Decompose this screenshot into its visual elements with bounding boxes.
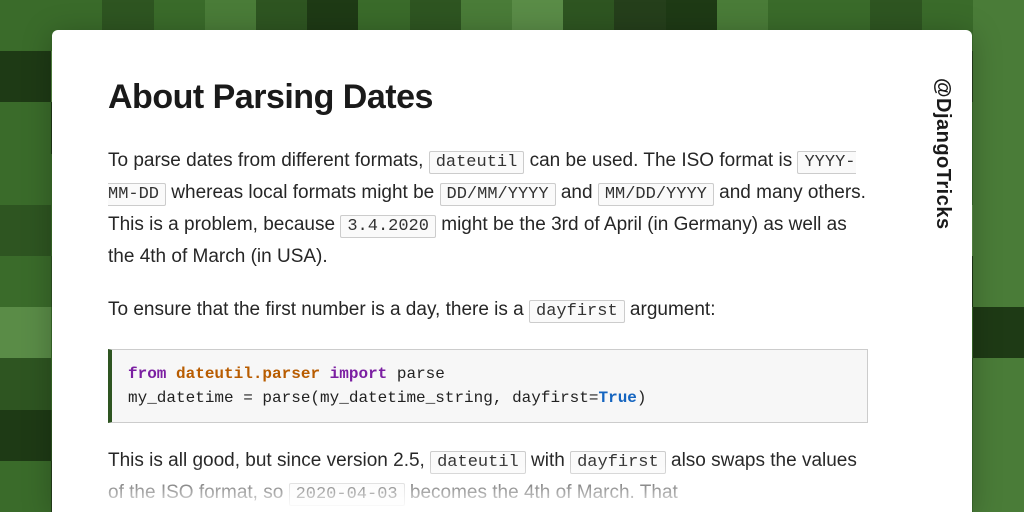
text: parse <box>387 365 445 383</box>
text: This is all good, but since version 2.5, <box>108 450 430 471</box>
paragraph-1: To parse dates from different formats, d… <box>108 145 868 272</box>
page-title: About Parsing Dates <box>108 78 868 117</box>
module: dateutil.parser <box>176 365 320 383</box>
text: with <box>526 450 570 471</box>
code-inline: dayfirst <box>570 451 666 474</box>
code-inline: dateutil <box>429 151 525 174</box>
paragraph-2: To ensure that the first number is a day… <box>108 294 868 326</box>
code-inline: 3.4.2020 <box>340 215 436 238</box>
text: and <box>556 182 598 203</box>
text: can be used. The ISO format is <box>524 150 797 171</box>
code-inline: dayfirst <box>529 300 625 323</box>
code-inline: MM/DD/YYYY <box>598 183 714 206</box>
keyword: from <box>128 365 166 383</box>
text: ) <box>637 389 647 407</box>
article-content: About Parsing Dates To parse dates from … <box>108 78 868 509</box>
text: becomes the 4th of March. That <box>405 482 678 503</box>
text: my_datetime = parse(my_datetime_string, … <box>128 389 598 407</box>
code-block: from dateutil.parser import parse my_dat… <box>108 349 868 423</box>
code-inline: 2020-04-03 <box>289 483 405 506</box>
text: argument: <box>625 299 716 320</box>
article-card: @DjangoTricks About Parsing Dates To par… <box>52 30 972 512</box>
code-inline: dateutil <box>430 451 526 474</box>
text: whereas local formats might be <box>166 182 440 203</box>
boolean: True <box>598 389 636 407</box>
text: To ensure that the first number is a day… <box>108 299 529 320</box>
keyword: import <box>330 365 388 383</box>
text: To parse dates from different formats, <box>108 150 429 171</box>
author-handle: @DjangoTricks <box>931 78 954 230</box>
paragraph-3: This is all good, but since version 2.5,… <box>108 445 868 509</box>
code-inline: DD/MM/YYYY <box>440 183 556 206</box>
